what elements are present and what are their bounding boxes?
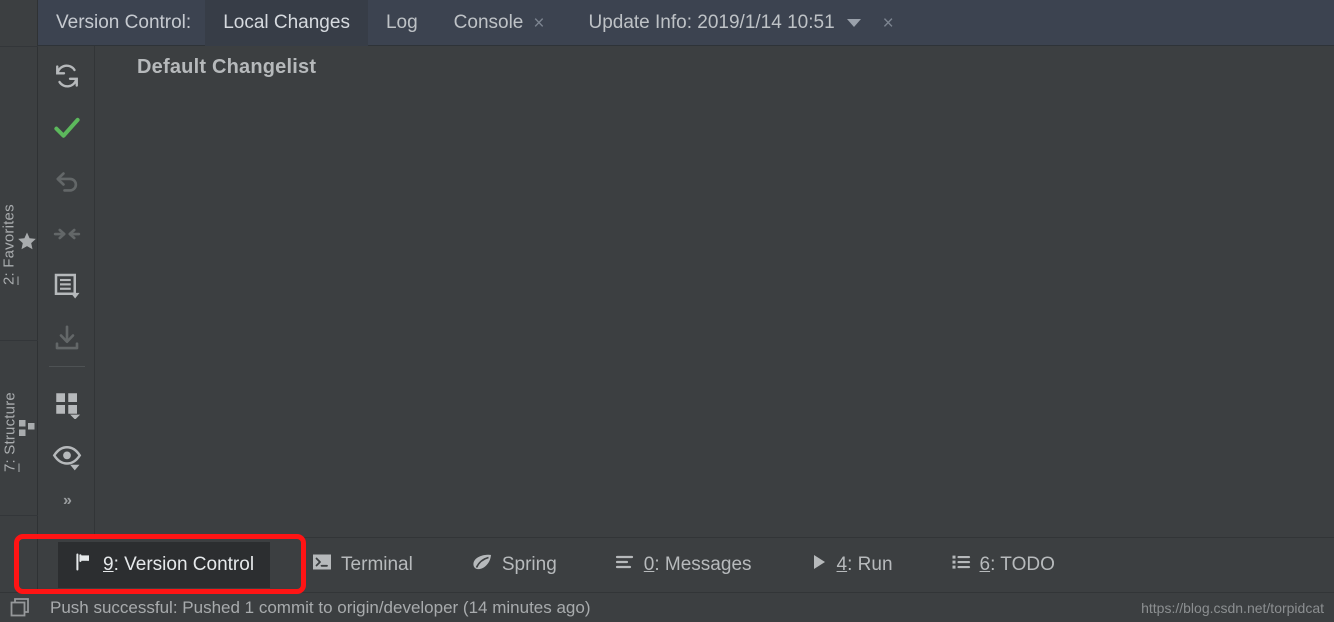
tab-log-label: Log [385, 12, 418, 33]
changelists-button[interactable] [39, 262, 95, 314]
refresh-button[interactable] [39, 52, 95, 104]
left-tool-rail: 2: Favorites 7: Structure [0, 0, 38, 592]
tabbar-title: Version Control: [38, 0, 205, 46]
tabbar-title-label: Version Control: [56, 12, 192, 33]
toolbar-expand-button[interactable]: » [39, 486, 95, 516]
tab-local-changes-label: Local Changes [223, 12, 350, 33]
preview-eye-icon [52, 441, 82, 476]
rollback-button [39, 158, 95, 210]
tab-console[interactable]: Console × [436, 0, 563, 46]
refresh-icon [52, 61, 82, 96]
close-icon[interactable]: × [533, 14, 544, 33]
toolwindow-button-messages-label: 0: Messages [643, 554, 752, 575]
watermark-text: https://blog.csdn.net/torpidcat [1141, 599, 1324, 616]
structure-icon [19, 420, 37, 438]
group-by-button[interactable] [39, 380, 95, 432]
toolwindow-button-todo[interactable]: 6: TODO [935, 542, 1071, 588]
toolwindow-button-terminal-label: Terminal [341, 554, 413, 575]
version-control-tabbar: Version Control: Local Changes Log Conso… [38, 0, 1334, 46]
branch-icon [74, 552, 94, 578]
status-bar: Push successful: Pushed 1 commit to orig… [0, 592, 1334, 622]
sidebar-item-favorites[interactable]: 2: Favorites [0, 155, 38, 335]
status-message: Push successful: Pushed 1 commit to orig… [50, 597, 591, 617]
run-play-icon [810, 553, 828, 577]
todo-list-icon [951, 553, 971, 577]
toolwindow-button-terminal[interactable]: Terminal [296, 542, 429, 588]
toolbar-separator [49, 366, 85, 367]
changelist-title[interactable]: Default Changelist [137, 56, 316, 79]
rollback-icon [52, 167, 82, 202]
toolwindow-button-spring[interactable]: Spring [455, 542, 573, 588]
close-icon[interactable]: × [883, 14, 894, 33]
toolwindow-button-todo-label: 6: TODO [979, 554, 1055, 575]
tab-local-changes[interactable]: Local Changes [205, 0, 368, 46]
local-changes-pane: Default Changelist [96, 46, 1334, 536]
sidebar-item-favorites-label: 2: Favorites [0, 204, 18, 286]
star-icon [18, 231, 38, 251]
toolwindow-button-version-control-label: 9: Version Control [103, 554, 255, 575]
shelve-icon [52, 219, 82, 254]
toolwindow-button-version-control[interactable]: 9: Version Control [58, 542, 271, 588]
preview-diff-button[interactable] [39, 432, 95, 484]
group-by-icon [52, 389, 82, 424]
sidebar-item-structure[interactable]: 7: Structure [0, 350, 38, 515]
changelist-icon [52, 271, 82, 306]
ide-window: Version Control: Local Changes Log Conso… [0, 0, 1334, 622]
toolbar-expand-label: » [63, 492, 72, 509]
copy-windows-icon[interactable] [10, 597, 32, 619]
commit-button[interactable] [39, 104, 95, 156]
chevron-down-icon[interactable] [846, 19, 861, 27]
toolwindow-button-run[interactable]: 4: Run [794, 542, 909, 588]
toolwindow-bar: 9: Version Control Terminal Spring 0: Me… [38, 537, 1334, 592]
toolwindow-button-run-label: 4: Run [836, 554, 893, 575]
tab-console-label: Console [453, 12, 524, 33]
tab-update-info-label: Update Info: 2019/1/14 10:51 [588, 12, 835, 33]
sidebar-item-structure-label: 7: Structure [1, 392, 19, 473]
download-icon [52, 323, 82, 358]
toolwindow-button-spring-label: Spring [501, 554, 557, 575]
messages-icon [615, 553, 635, 577]
toolwindow-button-messages[interactable]: 0: Messages [599, 542, 768, 588]
commit-check-icon [52, 113, 82, 148]
spring-leaf-icon [471, 552, 493, 578]
shelve-button [39, 210, 95, 262]
get-from-shelf-button [39, 314, 95, 366]
terminal-icon [312, 553, 332, 577]
tab-log[interactable]: Log [368, 0, 436, 46]
tab-update-info[interactable]: Update Info: 2019/1/14 10:51 × [562, 0, 911, 46]
vcs-action-toolbar: » [39, 46, 95, 536]
